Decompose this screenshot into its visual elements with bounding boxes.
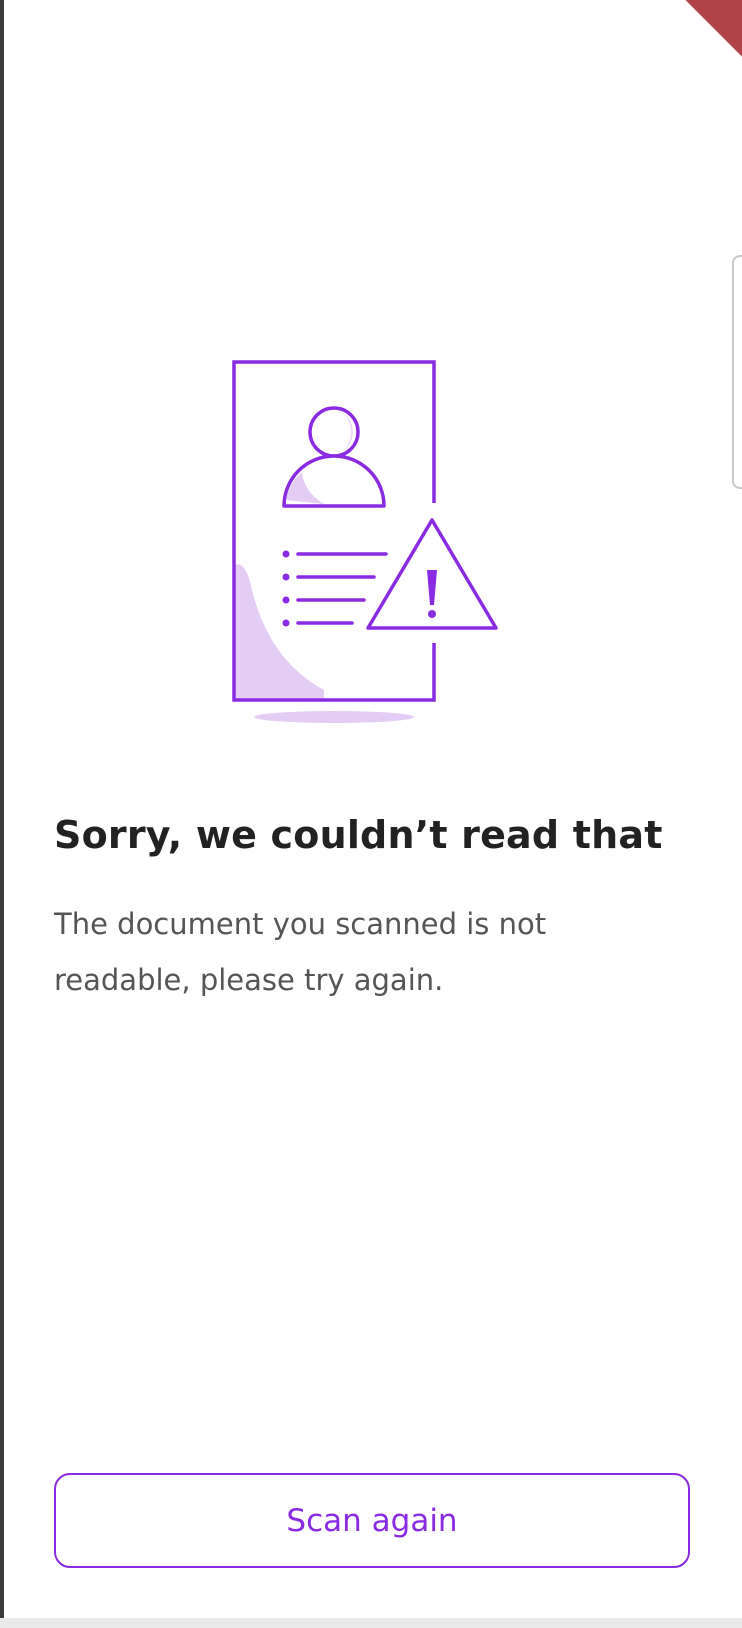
error-title: Sorry, we couldn’t read that <box>54 813 663 857</box>
unreadable-document-warning-icon <box>232 360 498 723</box>
error-message: The document you scanned is not readable… <box>54 907 547 997</box>
bottom-edge <box>0 1618 742 1628</box>
error-screen: Sorry, we couldn’t read that The documen… <box>4 0 742 1618</box>
scan-again-button[interactable]: Scan again <box>54 1473 690 1568</box>
debug-corner-banner <box>685 0 742 57</box>
edge-drawer-handle[interactable] <box>732 255 742 489</box>
